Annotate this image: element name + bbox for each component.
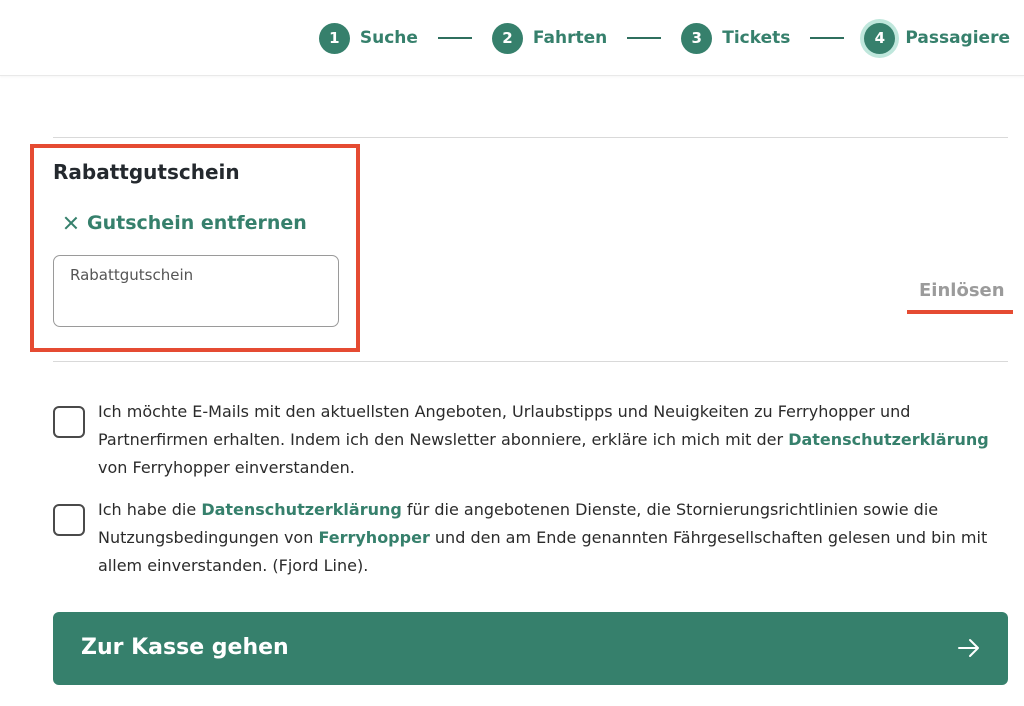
step-passengers[interactable]: 4 Passagiere (864, 22, 1010, 54)
step-label: Tickets (722, 28, 791, 48)
terms-consent-text: Ich habe die Datenschutzerklärung für di… (98, 500, 988, 575)
arrow-right-icon (958, 639, 979, 657)
section-divider (53, 361, 1008, 362)
remove-voucher-label: Gutschein entfernen (87, 212, 307, 234)
voucher-code-input[interactable] (70, 266, 320, 284)
progress-stepper: 1 Suche 2 Fahrten 3 Tickets 4 Passagiere (318, 20, 1010, 56)
step-number: 3 (681, 22, 713, 54)
newsletter-consent-text: Ich möchte E-Mails mit den aktuellsten A… (98, 402, 989, 477)
privacy-policy-link[interactable]: Datenschutzerklärung (201, 500, 402, 519)
step-search[interactable]: 1 Suche (318, 22, 418, 54)
redeem-button[interactable]: Einlösen (919, 280, 1005, 301)
step-number: 1 (318, 22, 350, 54)
step-label: Passagiere (905, 28, 1010, 48)
step-connector (437, 37, 472, 39)
terms-checkbox[interactable] (53, 504, 85, 536)
step-connector (627, 37, 662, 39)
step-number: 4 (864, 22, 896, 54)
checkout-button[interactable]: Zur Kasse gehen (53, 612, 1008, 685)
newsletter-checkbox[interactable] (53, 406, 85, 438)
privacy-policy-link[interactable]: Datenschutzerklärung (788, 430, 989, 449)
step-number: 2 (491, 22, 523, 54)
header-bar: 1 Suche 2 Fahrten 3 Tickets 4 Passagiere (0, 0, 1024, 76)
remove-voucher-link[interactable]: Gutschein entfernen (63, 212, 307, 234)
close-icon (63, 215, 79, 231)
step-label: Fahrten (532, 28, 608, 48)
checkout-button-label: Zur Kasse gehen (81, 635, 289, 660)
voucher-title: Rabattgutschein (53, 160, 240, 184)
step-trips[interactable]: 2 Fahrten (491, 22, 608, 54)
step-tickets[interactable]: 3 Tickets (681, 22, 791, 54)
step-label: Suche (359, 28, 418, 48)
section-divider (53, 137, 1008, 138)
redeem-highlight-underline (907, 310, 1013, 314)
voucher-code-field[interactable] (53, 255, 339, 327)
step-connector (810, 37, 845, 39)
ferryhopper-link[interactable]: Ferryhopper (318, 528, 429, 547)
